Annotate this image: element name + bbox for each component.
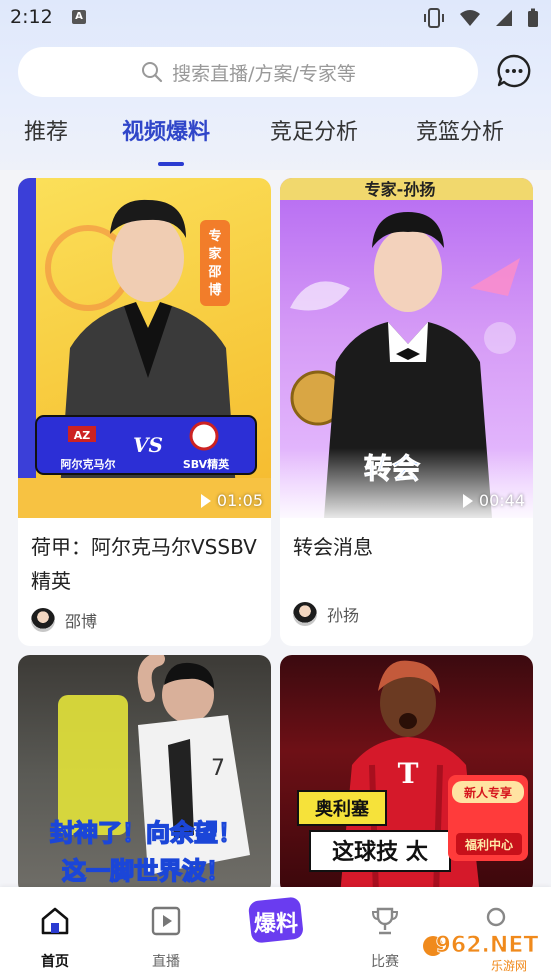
avatar [31,608,55,632]
svg-text:专: 专 [208,228,221,244]
play-icon [200,493,211,508]
battery-icon [528,8,538,27]
tab-recommend[interactable]: 推荐 [24,114,68,146]
video-thumbnail[interactable]: 7 封神了！向余望！ 这一脚世界波！ [18,655,271,895]
notification-app-icon: A [72,10,86,24]
vibrate-icon [424,8,444,28]
svg-text:博: 博 [208,282,221,298]
svg-text:AZ: AZ [74,429,91,442]
svg-text:这一脚世界波！: 这一脚世界波！ [62,857,230,885]
video-title: 转会消息 [293,535,373,559]
play-square-icon [151,906,181,936]
status-time: 2:12 [10,6,53,28]
thumbnail-art: 专家-孙扬 转会 [280,178,533,518]
tab-football-analysis[interactable]: 竞足分析 [270,114,358,146]
svg-text:阿尔克马尔: 阿尔克马尔 [61,457,116,471]
svg-text:封神了！向余望！: 封神了！向余望！ [50,819,242,847]
nav-baoliao[interactable]: 爆料 [236,887,316,979]
trophy-icon [371,907,399,935]
svg-text:专家-孙扬: 专家-孙扬 [365,180,436,199]
search-placeholder: 搜索直播/方案/专家等 [172,62,356,85]
nav-label: 首页 [41,954,69,970]
tab-video-news[interactable]: 视频爆料 [122,114,210,146]
duration-label: 00:44 [462,491,525,510]
avatar [293,602,317,626]
wifi-icon [460,10,480,26]
search-icon [142,62,163,83]
category-tabs: 推荐 视频爆料 竞足分析 竞篮分析 [0,114,551,168]
video-card[interactable]: 专 家 邵 博 AZ VS 阿尔克马尔 SBV精英 01:05 荷甲：阿尔克马尔… [18,178,271,646]
nav-label: 直播 [152,954,180,970]
author-name: 孙扬 [327,606,360,625]
author-info: 邵博 [31,608,97,632]
video-thumbnail[interactable]: 专 家 邵 博 AZ VS 阿尔克马尔 SBV精英 01:05 [18,178,271,518]
message-icon[interactable] [497,54,531,88]
svg-text:7: 7 [211,756,225,781]
svg-text:T: T [398,757,419,790]
duration-text: 00:44 [478,491,525,510]
svg-text:SBV精英: SBV精英 [183,457,230,471]
baoliao-logo-icon: 爆料 [248,897,303,943]
svg-text:VS: VS [133,433,163,457]
watermark-text: 962.NET [436,933,539,958]
home-icon [41,907,69,935]
play-icon [462,493,473,508]
watermark-subtext: 乐游网 [491,959,527,973]
status-bar: 2:12 A [0,0,551,38]
site-watermark: 962.NET 乐游网 [423,933,539,973]
thumbnail-art: 专 家 邵 博 AZ VS 阿尔克马尔 SBV精英 [18,178,271,518]
system-icons [423,8,539,28]
nav-live[interactable]: 直播 [126,887,206,979]
nav-home[interactable]: 首页 [15,887,95,979]
svg-text:福利中心: 福利中心 [464,837,513,852]
video-card[interactable]: 7 封神了！向余望！ 这一脚世界波！ [18,655,271,895]
author-name: 邵博 [65,612,98,631]
duration-text: 01:05 [216,491,263,510]
baoliao-logo-text: 爆料 [254,912,298,937]
search-bar[interactable]: 搜索直播/方案/专家等 [18,47,478,97]
svg-text:转会: 转会 [364,452,420,485]
video-card[interactable]: 专家-孙扬 转会 00:44 转会消息 孙扬 [280,178,533,646]
video-thumbnail[interactable]: T 奥利塞 这球技 太 新人专享 福利中心 [280,655,533,895]
svg-text:这球技 太: 这球技 太 [332,839,429,865]
thumbnail-art: T 奥利塞 这球技 太 新人专享 福利中心 [297,660,528,895]
duration-label: 01:05 [200,491,263,510]
thumbnail-art: 7 封神了！向余望！ 这一脚世界波！ [49,655,250,886]
tab-indicator [158,162,184,166]
video-card[interactable]: T 奥利塞 这球技 太 新人专享 福利中心 [280,655,533,895]
svg-text:奥利塞: 奥利塞 [315,798,370,820]
author-info: 孙扬 [293,602,359,626]
video-title: 荷甲：阿尔克马尔VSSBV精英 [31,535,257,593]
svg-text:新人专享: 新人专享 [464,785,512,800]
svg-text:家: 家 [208,246,222,262]
tab-basketball-analysis[interactable]: 竞篮分析 [416,114,504,146]
video-thumbnail[interactable]: 专家-孙扬 转会 00:44 [280,178,533,518]
svg-text:邵: 邵 [207,265,221,280]
signal-icon [496,10,512,26]
nav-label: 比赛 [371,954,399,970]
nav-match[interactable]: 比赛 [345,887,425,979]
